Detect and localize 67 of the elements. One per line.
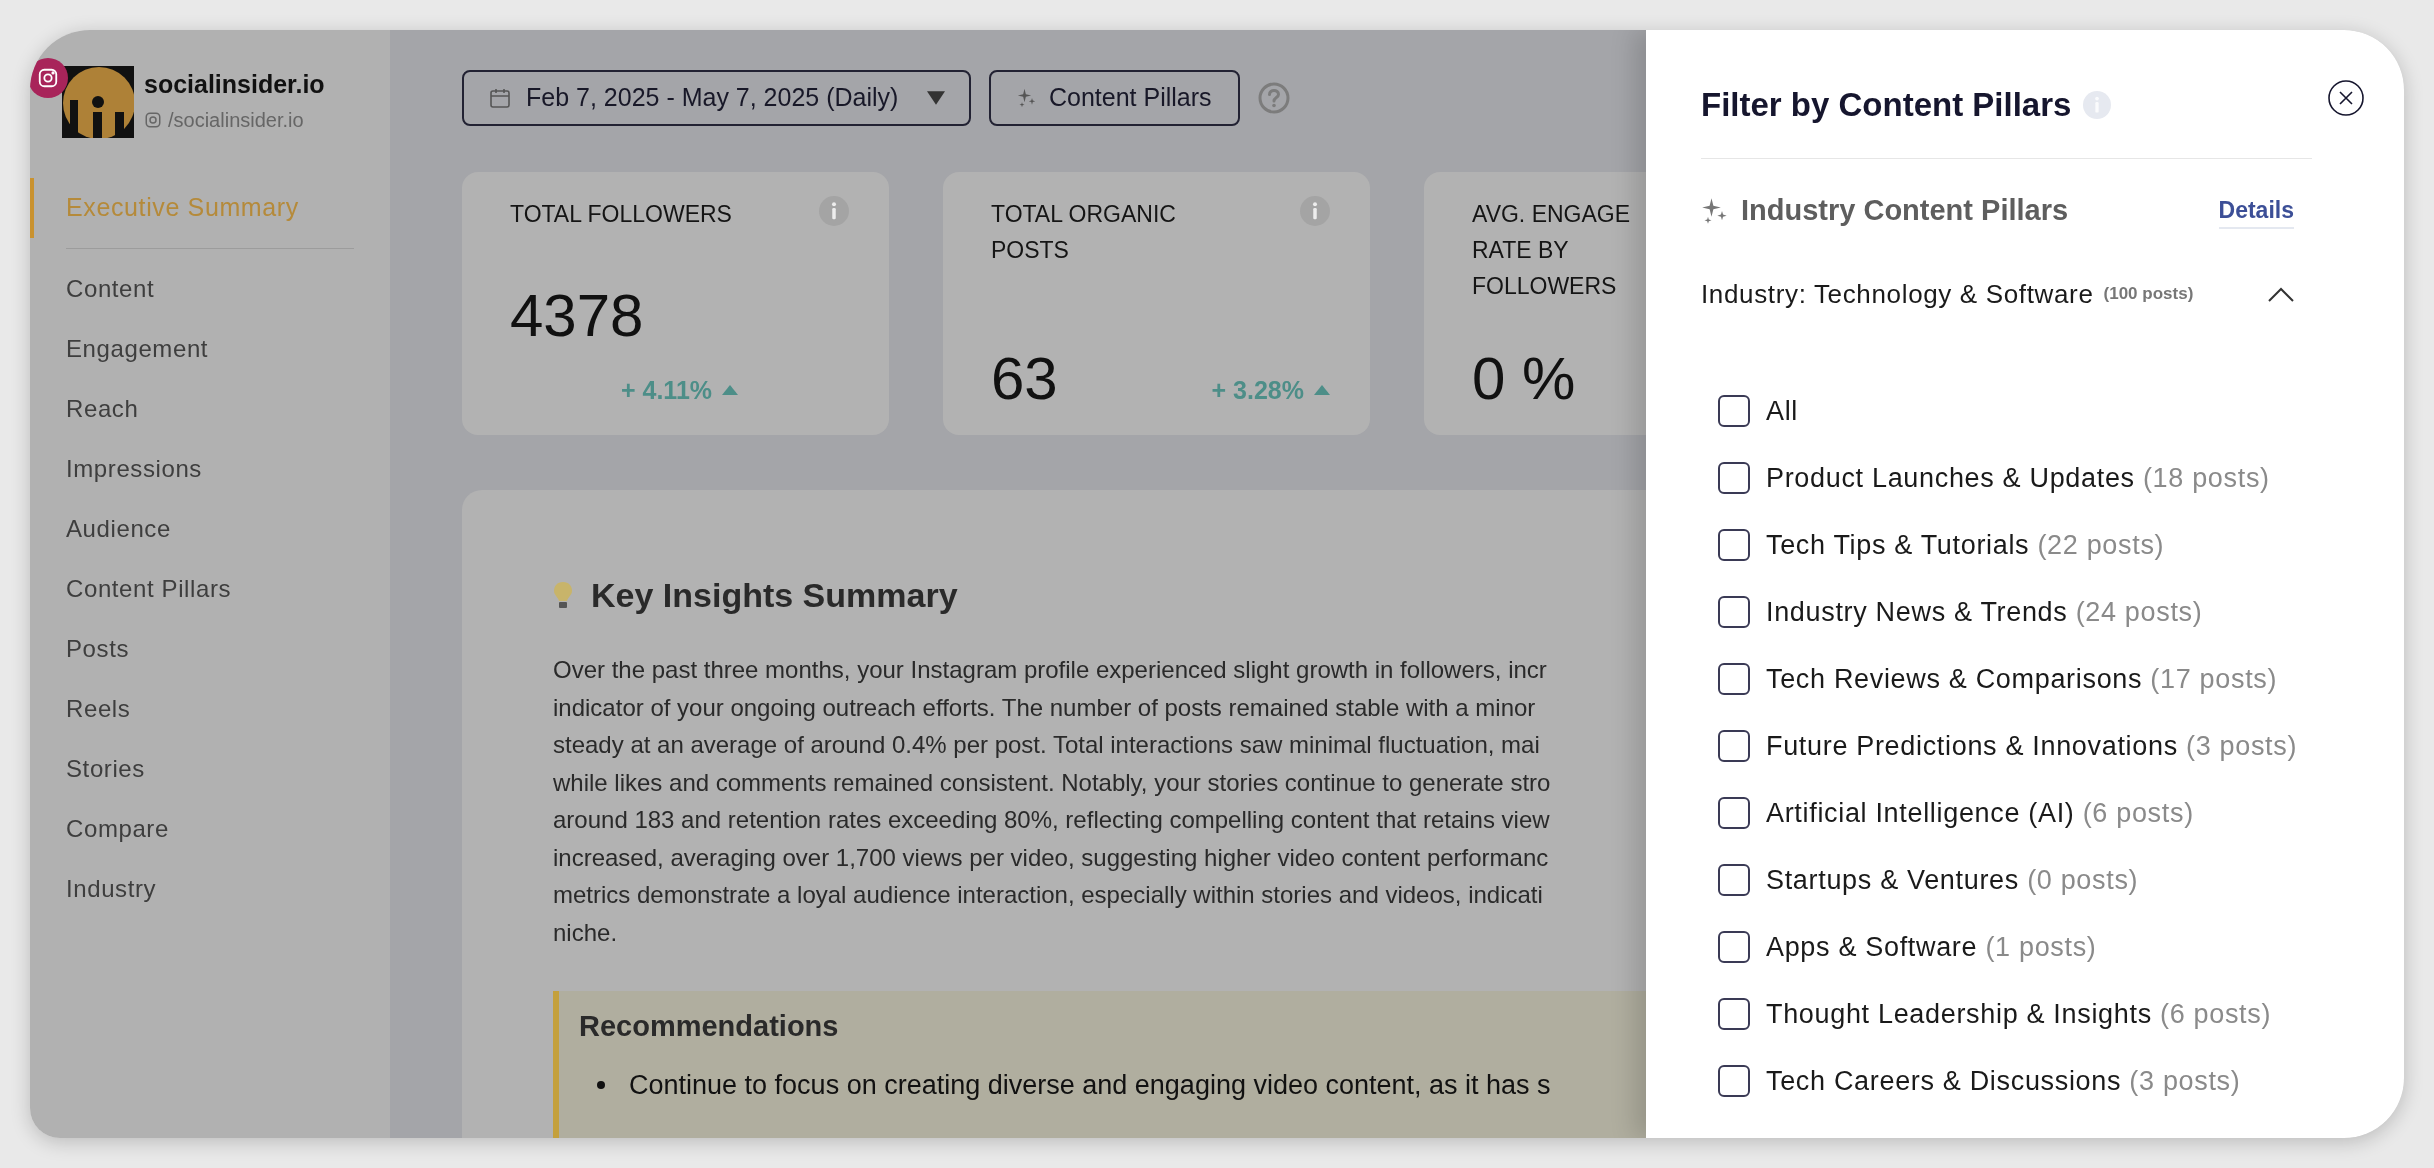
caret-icon (927, 91, 945, 105)
instagram-icon (144, 110, 162, 129)
nav-item[interactable]: Industry (30, 859, 390, 919)
insights-paragraph: Over the past three months, your Instagram profile experienced slight growth in followers, incr indicator of your ongoing outreach efforts. The number of posts remained stable with a minor steady at an average of around 0.4% per post. Total interactions saw minimal fluctuation, mai while likes and comments remained consistent. Notably, your stories continue to generate stro around 183 and retention rates exceeding 80%, reflecting compelling content that retains view increased, averaging over 1,700 views per video, suggesting higher video content performanc metrics demonstrate a loyal audience interaction, especially within stories and videos, indicati niche. (553, 655, 1551, 948)
option-label: All (1766, 394, 1799, 428)
details-link[interactable]: Details (2218, 192, 2294, 229)
option-label: Product Launches & Updates (18 posts) (1766, 461, 2270, 495)
info-icon (1300, 196, 1330, 226)
nav-item[interactable]: Compare (30, 799, 390, 859)
insights-title: Key Insights Summary (591, 575, 958, 616)
option-label: Future Predictions & Innovations (3 posts) (1766, 729, 2298, 763)
info-icon (2083, 91, 2112, 119)
nav-item[interactable]: Reach (30, 379, 390, 439)
nav-item[interactable]: Content (30, 259, 390, 319)
lightbulb-icon (553, 580, 573, 611)
nav-item[interactable]: Impressions (30, 439, 390, 499)
option-label: Startups & Ventures (0 posts) (1766, 863, 2139, 897)
nav-item[interactable]: Stories (30, 739, 390, 799)
recommendation-text: Continue to focus on creating diverse and engaging video content, as it has s (629, 1068, 1551, 1102)
sparkles-icon (1701, 196, 1729, 225)
account-name: socialinsider.io (144, 69, 325, 101)
option-label: Apps & Software (1 posts) (1766, 930, 2097, 964)
recommendations-title: Recommendations (579, 1009, 840, 1044)
metric-value: 4378 (510, 285, 645, 346)
checkbox[interactable] (1718, 663, 1750, 695)
nav-item[interactable]: Posts (30, 619, 390, 679)
option-label: Tech Tips & Tutorials (22 posts) (1766, 528, 2165, 562)
metric-title: AVG. ENGAGE RATE BY FOLLOWERS (1472, 200, 1631, 301)
option-label: Industry News & Trends (24 posts) (1766, 595, 2203, 629)
section-title: Industry Content Pillars (1741, 193, 2069, 228)
metric-title: TOTAL ORGANIC POSTS (991, 200, 1176, 265)
change-value: + 3.28% (1211, 374, 1304, 406)
content-pillars-button[interactable]: Content Pillars (989, 70, 1240, 126)
account-handle: /socialinsider.io (168, 107, 304, 133)
option-label: Artificial Intelligence (AI) (6 posts) (1766, 796, 2194, 830)
checkbox[interactable] (1718, 395, 1750, 427)
option-label: Tech Careers & Discussions (3 posts) (1766, 1064, 2241, 1098)
sparkles-icon (1017, 88, 1037, 108)
avatar-logo (62, 66, 134, 138)
checkbox[interactable] (1718, 931, 1750, 963)
option-label: Thought Leadership & Insights (6 posts) (1766, 997, 2272, 1031)
date-range-dropdown[interactable]: Feb 7, 2025 - May 7, 2025 (Daily) (462, 70, 971, 126)
checkbox[interactable] (1718, 1065, 1750, 1097)
panel-title: Filter by Content Pillars (1701, 85, 2072, 126)
metric-value: 0 % (1472, 349, 1576, 409)
checkbox[interactable] (1718, 596, 1750, 628)
checkbox[interactable] (1718, 730, 1750, 762)
nav-item[interactable]: Engagement (30, 319, 390, 379)
calendar-icon (488, 86, 512, 110)
nav-item[interactable]: Reels (30, 679, 390, 739)
metric-title: TOTAL FOLLOWERS (510, 200, 732, 229)
checkbox[interactable] (1718, 864, 1750, 896)
nav-item[interactable]: Audience (30, 499, 390, 559)
checkbox[interactable] (1718, 998, 1750, 1030)
option-label: Tech Reviews & Comparisons (17 posts) (1766, 662, 2278, 696)
industry-dropdown[interactable]: Industry: Technology & Software (100 posts) (1701, 274, 2294, 314)
checkbox[interactable] (1718, 529, 1750, 561)
checkbox[interactable] (1718, 797, 1750, 829)
change-value: + 4.11% (620, 374, 713, 406)
instagram-icon (37, 67, 59, 89)
info-icon (819, 196, 849, 226)
nav-item[interactable]: Content Pillars (30, 559, 390, 619)
up-triangle-icon (722, 385, 739, 396)
metric-value: 63 (991, 349, 1058, 409)
checkbox[interactable] (1718, 462, 1750, 494)
up-triangle-icon (1314, 385, 1330, 396)
close-icon[interactable] (2328, 80, 2364, 116)
